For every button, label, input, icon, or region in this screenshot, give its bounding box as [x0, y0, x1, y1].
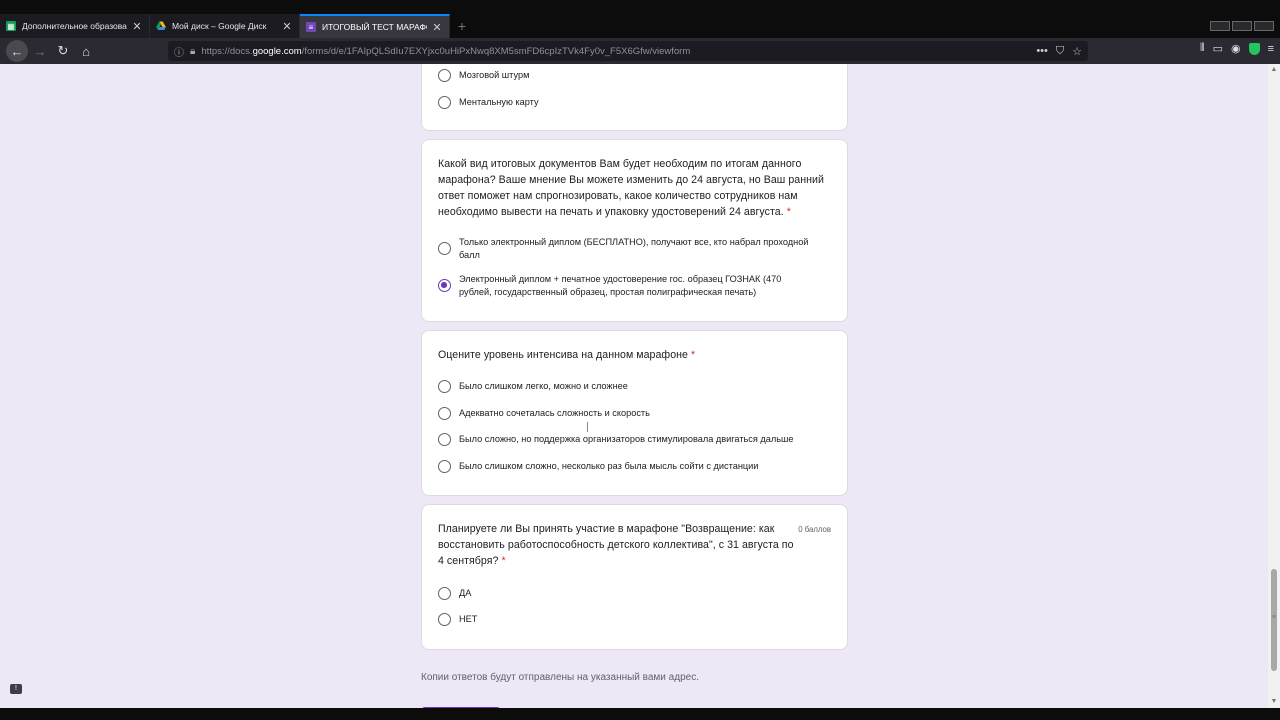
sheets-icon: ▦ [6, 21, 16, 31]
drive-icon [156, 21, 166, 31]
question-card-documents: Какой вид итоговых документов Вам будет … [421, 139, 848, 322]
question-card-previous: Мозговой штурм Ментальную карту [421, 64, 848, 131]
maximize-button[interactable] [1232, 21, 1252, 31]
url-bar[interactable]: ⓘ 🔒︎ https://docs.google.com/forms/d/e/1… [168, 41, 1088, 61]
scroll-mark-icon: ≡ [1271, 614, 1277, 621]
radio-button[interactable] [438, 613, 451, 626]
radio-option[interactable]: Электронный диплом + печатное удостовере… [438, 273, 809, 299]
text-cursor [587, 422, 589, 432]
tab-title: Дополнительное образовани [22, 21, 127, 31]
window-controls [1210, 14, 1280, 38]
close-window-button[interactable] [1254, 21, 1274, 31]
url-text[interactable]: https://docs.google.com/forms/d/e/1FAIpQ… [201, 46, 690, 57]
email-copy-note: Копии ответов будут отправлены на указан… [421, 672, 699, 683]
radio-button[interactable] [438, 407, 451, 420]
menu-icon[interactable]: ≡ [1268, 43, 1274, 55]
question-text: Оцените уровень интенсива на данном мара… [438, 349, 696, 361]
required-marker: * [786, 206, 791, 218]
window-top-strip [0, 0, 1280, 14]
required-marker: * [690, 349, 696, 361]
option-label: НЕТ [459, 614, 478, 624]
reload-icon[interactable]: ↻ [52, 40, 74, 62]
option-label: Адекватно сочеталась сложность и скорост… [459, 408, 650, 418]
question-card-next-marathon: Планируете ли Вы принять участие в мараф… [421, 504, 848, 650]
nav-toolbar: ← → ↻ ⌂ ⓘ 🔒︎ https://docs.google.com/for… [0, 38, 1280, 64]
account-icon[interactable]: ◉ [1231, 42, 1241, 55]
option-label: Электронный диплом + печатное удостовере… [459, 274, 782, 297]
bookmark-star-icon[interactable]: ☆ [1072, 45, 1082, 58]
scroll-up-icon[interactable]: ▲ [1270, 66, 1278, 74]
forms-icon: ≡ [306, 22, 316, 32]
close-icon[interactable]: ✕ [131, 20, 143, 33]
radio-option[interactable]: Ментальную карту [438, 96, 539, 109]
required-marker: * [501, 555, 506, 567]
page-actions-icon[interactable]: ••• [1036, 45, 1048, 58]
radio-option[interactable]: Было слишком легко, можно и сложнее [438, 380, 628, 393]
pocket-icon[interactable]: ⛉ [1056, 45, 1064, 58]
tab-bar: ▦ Дополнительное образовани ✕ Мой диск –… [0, 14, 1280, 38]
feedback-icon[interactable]: ! [10, 684, 22, 694]
close-icon[interactable]: ✕ [281, 20, 293, 33]
radio-button[interactable] [438, 242, 451, 255]
radio-button[interactable] [438, 69, 451, 82]
radio-button[interactable] [438, 380, 451, 393]
option-label: Было слишком легко, можно и сложнее [459, 381, 628, 391]
radio-option[interactable]: ДА [438, 587, 471, 600]
lock-icon[interactable]: 🔒︎ [190, 46, 195, 57]
extension-shield-icon[interactable] [1248, 42, 1260, 55]
tab-drive[interactable]: Мой диск – Google Диск ✕ [150, 14, 300, 38]
option-label: Мозговой штурм [459, 70, 530, 80]
question-text: Планируете ли Вы принять участие в мараф… [438, 523, 794, 567]
option-label: Было слишком сложно, несколько раз была … [459, 461, 759, 471]
option-label: Ментальную карту [459, 97, 539, 107]
radio-button[interactable] [438, 460, 451, 473]
radio-option[interactable]: Было сложно, но поддержка организаторов … [438, 433, 794, 446]
scroll-down-icon[interactable]: ▼ [1270, 698, 1278, 706]
sidebar-icon[interactable]: ▭ [1213, 42, 1223, 55]
form-page: Мозговой штурм Ментальную карту Какой ви… [0, 64, 1268, 720]
tab-title: ИТОГОВЫЙ ТЕСТ МАРАФОН [322, 22, 427, 32]
radio-option[interactable]: Было слишком сложно, несколько раз была … [438, 460, 758, 473]
info-icon[interactable]: ⓘ [174, 44, 184, 59]
tab-title: Мой диск – Google Диск [172, 21, 267, 31]
radio-button[interactable] [438, 96, 451, 109]
home-icon[interactable]: ⌂ [75, 40, 97, 62]
points-label: 0 баллов [798, 525, 831, 534]
radio-button[interactable] [438, 587, 451, 600]
minimize-button[interactable] [1210, 21, 1230, 31]
scrollbar[interactable]: ▲ ≡ ▼ [1268, 64, 1280, 708]
close-icon[interactable]: ✕ [431, 21, 443, 34]
option-label: Только электронный диплом (БЕСПЛАТНО), п… [459, 237, 809, 260]
question-card-intensity: Оцените уровень интенсива на данном мара… [421, 330, 848, 496]
library-icon[interactable]: ⫴ [1200, 42, 1205, 55]
radio-option[interactable]: Адекватно сочеталась сложность и скорост… [438, 407, 650, 420]
radio-option[interactable]: НЕТ [438, 613, 477, 626]
radio-button-selected[interactable] [438, 279, 451, 292]
option-label: ДА [459, 588, 472, 598]
radio-option[interactable]: Только электронный диплом (БЕСПЛАТНО), п… [438, 236, 809, 262]
radio-button[interactable] [438, 433, 451, 446]
radio-option[interactable]: Мозговой штурм [438, 69, 529, 82]
new-tab-button[interactable]: + [450, 14, 474, 38]
tab-forms[interactable]: ≡ ИТОГОВЫЙ ТЕСТ МАРАФОН ✕ [300, 14, 450, 38]
question-text: Какой вид итоговых документов Вам будет … [438, 158, 824, 218]
forward-icon[interactable]: → [29, 40, 51, 62]
tab-sheets[interactable]: ▦ Дополнительное образовани ✕ [0, 14, 150, 38]
option-label: Было сложно, но поддержка организаторов … [459, 434, 794, 444]
back-icon[interactable]: ← [6, 40, 28, 62]
window-bottom-strip [0, 708, 1280, 720]
